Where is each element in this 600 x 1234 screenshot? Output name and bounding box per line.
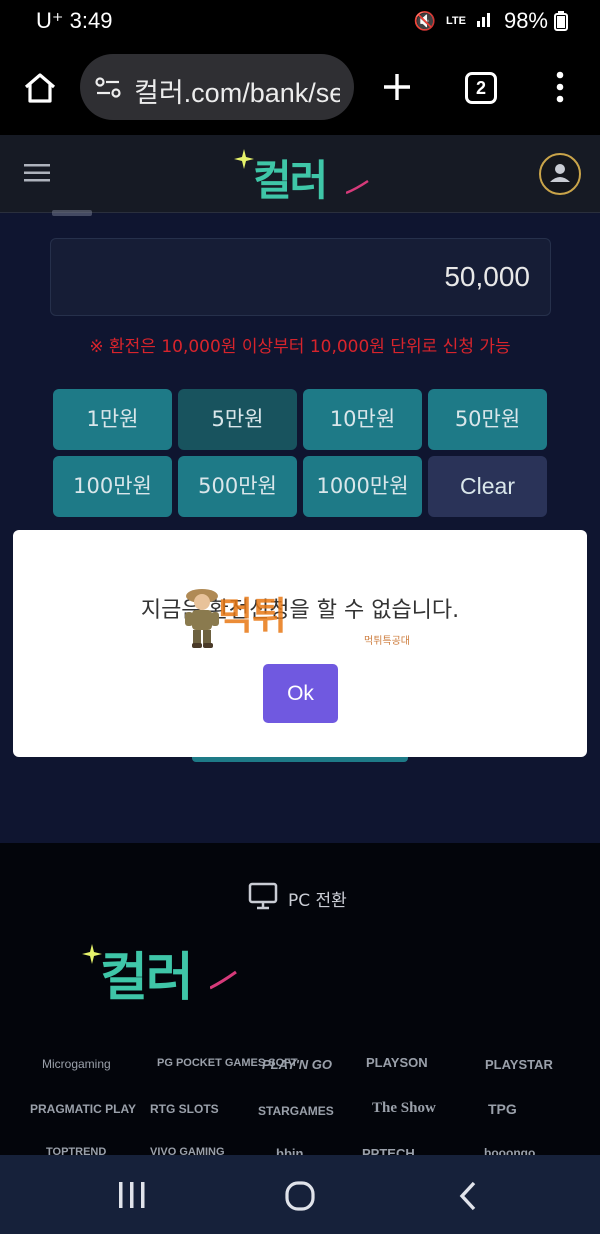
recent-apps-icon[interactable]: [117, 1182, 147, 1212]
watermark-text: 먹튀: [218, 594, 287, 638]
provider-logo-playson: PLAYSON: [366, 1055, 428, 1070]
url-text[interactable]: 컬러.com/bank/se: [134, 71, 340, 110]
watermark-mascot-icon: [183, 586, 221, 652]
clock: 3:49: [69, 8, 113, 33]
partial-label: [52, 210, 92, 216]
amount-button-100man[interactable]: 100만원: [53, 456, 172, 517]
amount-button-500man[interactable]: 500만원: [178, 456, 297, 517]
carrier-label: U⁺: [36, 8, 64, 33]
battery-icon: [554, 11, 568, 35]
monitor-icon: [248, 882, 278, 915]
pc-switch-link[interactable]: PC 전환: [248, 882, 347, 915]
footer-logo: 컬러: [100, 948, 194, 1008]
tab-switcher-button[interactable]: 2: [465, 72, 497, 104]
clear-button[interactable]: Clear: [428, 456, 547, 517]
exchange-notice: ※ 환전은 10,000원 이상부터 10,000원 단위로 신청 가능: [89, 337, 511, 357]
provider-logo-pragmatic: PRAGMATIC PLAY: [30, 1102, 137, 1116]
mute-icon: 🔇: [413, 10, 436, 31]
amount-input[interactable]: 50,000: [50, 238, 551, 316]
amount-button-1000man[interactable]: 1000만원: [303, 456, 422, 517]
home-icon[interactable]: [22, 70, 58, 110]
hamburger-menu-icon[interactable]: [24, 163, 50, 187]
alert-modal: 지금은 환전신청을 할 수 없습니다. Ok: [13, 530, 587, 757]
browser-toolbar: 컬러.com/bank/se 2: [0, 40, 600, 135]
amount-button-1man[interactable]: 1만원: [53, 389, 172, 450]
provider-logo-rtg: RTG SLOTS: [150, 1102, 219, 1116]
system-nav-bar: [0, 1155, 600, 1234]
ok-button[interactable]: Ok: [263, 664, 338, 723]
provider-logo-tpg: TPG: [488, 1101, 517, 1117]
provider-logo-playstar: PLAYSTAR: [485, 1057, 553, 1072]
site-header: 컬러: [0, 135, 600, 213]
status-left: U⁺ 3:49: [36, 8, 112, 34]
logo-sparkle-icon: [234, 149, 254, 173]
amount-value[interactable]: 50,000: [444, 261, 530, 293]
provider-logo-stargames: STARGAMES: [258, 1104, 334, 1118]
signal-icon: [476, 8, 494, 34]
network-label: LTE: [445, 15, 466, 27]
status-right: 🔇 LTE 98%: [414, 8, 548, 34]
amount-button-10man[interactable]: 10만원: [303, 389, 422, 450]
logo-swoosh-icon: [345, 179, 370, 199]
new-tab-icon[interactable]: [382, 72, 412, 106]
back-nav-icon[interactable]: [458, 1181, 478, 1215]
provider-logo-playngo: PLAY'N GO: [262, 1057, 333, 1072]
user-account-icon[interactable]: [538, 152, 582, 200]
home-nav-icon[interactable]: [285, 1181, 315, 1215]
amount-button-5man[interactable]: 5만원: [178, 389, 297, 450]
amount-button-50man[interactable]: 50만원: [428, 389, 547, 450]
watermark-subtext: 먹튀특공대: [364, 636, 410, 647]
status-bar: U⁺ 3:49 🔇 LTE 98%: [0, 0, 600, 40]
footer-logo-swoosh-icon: [209, 970, 238, 994]
provider-logo-theshow: The Show: [372, 1100, 436, 1116]
more-menu-icon[interactable]: [555, 70, 565, 108]
provider-logo-microgaming: Microgaming: [42, 1057, 111, 1071]
pc-switch-label: PC 전환: [288, 891, 347, 911]
site-info-icon[interactable]: [95, 76, 121, 104]
battery-label: 98%: [503, 8, 548, 33]
modal-message: 지금은 환전신청을 할 수 없습니다.: [140, 598, 460, 623]
site-logo[interactable]: 컬러: [253, 147, 328, 208]
footer-logo-sparkle-icon: [82, 944, 102, 968]
